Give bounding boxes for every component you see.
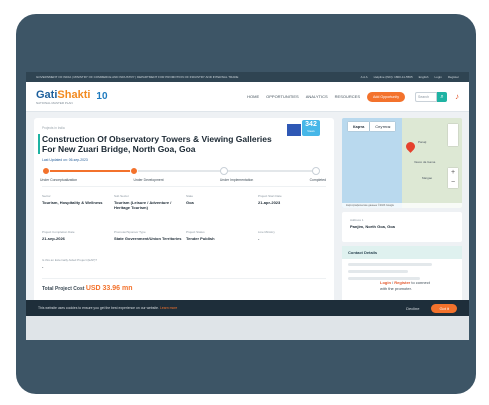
- zoom-out-button[interactable]: −: [448, 178, 458, 188]
- address-value: Panjim, North Goa, Goa: [350, 224, 395, 229]
- field-promoter-type: Promoter/Sponsor Type State Government/Un…: [114, 230, 182, 241]
- field-sector: Sector Tourism, Hospitality & Wellness: [42, 194, 103, 205]
- site-logo[interactable]: GatiShakti NATIONAL MASTER PLAN 10: [36, 89, 108, 105]
- search-input[interactable]: Search: [415, 91, 437, 102]
- blurred-line: [348, 263, 432, 266]
- bell-icon[interactable]: ♪: [455, 92, 459, 101]
- total-cost: Total Project Cost USD 33.96 mn: [42, 285, 133, 292]
- search-box: Search ⌕: [415, 91, 447, 102]
- field-project-status: Project Status Tender Publish: [186, 230, 215, 241]
- street-view-icon[interactable]: [448, 124, 458, 146]
- project-card: Projects in India Construction Of Observ…: [34, 118, 334, 318]
- cookie-message: This website uses cookies to ensure you …: [38, 306, 178, 310]
- breadcrumb[interactable]: Projects in India: [42, 126, 65, 130]
- logo-tagline: NATIONAL MASTER PLAN: [36, 100, 73, 105]
- sidebar: Карта Спутник Panaji Vasco da Gama Marga…: [342, 118, 462, 326]
- map-city-label: Panaji: [418, 140, 427, 144]
- address-label: Address 1: [350, 218, 364, 222]
- field-start-date: Project Start Date 21-apr-2023: [258, 194, 282, 205]
- main-nav: HOME OPPORTUNITIES ANALYTICS RESOURCES A…: [247, 91, 405, 102]
- stage-progress-fill: [46, 170, 136, 172]
- map-type-tabs: Карта Спутник: [348, 122, 396, 131]
- helpline: Helpline (IND): 1800-11-5565: [373, 75, 413, 79]
- text-size-control[interactable]: A A A: [361, 75, 368, 79]
- eu-flag-icon: [287, 124, 301, 136]
- nav-analytics[interactable]: ANALYTICS: [306, 94, 328, 99]
- field-completion-date: Project Completion Date 21-sep-2026: [42, 230, 75, 241]
- stage-label-2: Under Development: [133, 178, 164, 182]
- nav-opportunities[interactable]: OPPORTUNITIES: [266, 94, 299, 99]
- title-accent: [38, 134, 40, 154]
- details-row-2: Project Completion Date 21-sep-2026 Promo…: [42, 230, 326, 241]
- map-attribution: Картографические данные ©2023 Google: [342, 203, 462, 208]
- map-tab[interactable]: Карта: [348, 122, 370, 131]
- nav-home[interactable]: HOME: [247, 94, 259, 99]
- site-header: GatiShakti NATIONAL MASTER PLAN 10 HOME …: [26, 82, 469, 112]
- stage-labels: Under Conceptualization Under Developmen…: [40, 178, 326, 182]
- location-map[interactable]: Карта Спутник Panaji Vasco da Gama Marga…: [342, 118, 462, 208]
- divider: [42, 278, 326, 279]
- divider: [42, 186, 326, 187]
- decline-button[interactable]: Decline: [406, 306, 419, 311]
- contact-register-link[interactable]: Register: [394, 280, 410, 285]
- field-state: State Goa: [186, 194, 194, 205]
- field-line-ministry: Line Ministry -: [258, 230, 275, 241]
- stage-dot-3: [220, 167, 228, 175]
- map-sea: [342, 118, 404, 208]
- zoom-in-button[interactable]: +: [448, 168, 458, 178]
- stage-label-3: Under Implementation: [219, 178, 254, 182]
- login-prompt: Login / Register to connect with the prom…: [380, 280, 430, 291]
- views-count: 342: [305, 121, 317, 128]
- views-label: Views: [307, 129, 315, 133]
- map-city-label: Margao: [422, 176, 433, 180]
- nav-resources[interactable]: RESOURCES: [335, 94, 360, 99]
- field-sub-sector: Sub Sector Tourism (Leisure / Adventure /…: [114, 194, 172, 210]
- browser-screen: GOVERNMENT OF INDIA | MINISTRY OF COMMER…: [26, 72, 469, 340]
- cookie-banner: This website uses cookies to ensure you …: [26, 300, 469, 316]
- cost-value: USD 33.96 mn: [85, 285, 133, 292]
- blurred-line: [348, 270, 408, 273]
- page-title: Construction Of Observatory Towers & Vie…: [42, 134, 272, 154]
- views-badge: 342 Views: [302, 120, 320, 136]
- accept-cookies-button[interactable]: Got it: [431, 303, 457, 313]
- ten-years-logo: 10: [96, 91, 108, 102]
- address-card: Address 1 Panjim, North Goa, Goa: [342, 212, 462, 242]
- last-updated: Last Updated on: 06-sep-2023: [42, 158, 88, 162]
- satellite-tab[interactable]: Спутник: [370, 122, 396, 131]
- stage-dot-2: [130, 167, 138, 175]
- map-city-label: Vasco da Gama: [414, 160, 436, 164]
- map-zoom-controls: + −: [448, 168, 458, 188]
- gov-strip: GOVERNMENT OF INDIA | MINISTRY OF COMMER…: [26, 72, 469, 82]
- logo-wordmark: GatiShakti: [36, 88, 91, 101]
- details-row-1: Sector Tourism, Hospitality & Wellness Su…: [42, 194, 326, 210]
- page-lower: [26, 316, 469, 340]
- add-opportunity-button[interactable]: Add Opportunity: [367, 91, 405, 102]
- stage-dot-4: [312, 167, 320, 175]
- stage-label-4: Completed: [309, 178, 326, 182]
- field-external-aid: Is this an Externally Aided Project (EAP…: [42, 258, 98, 269]
- cost-label: Total Project Cost: [42, 286, 85, 292]
- language-select[interactable]: English: [419, 75, 429, 79]
- stage-label-1: Under Conceptualization: [40, 178, 78, 182]
- contact-login-link[interactable]: Login: [380, 280, 391, 285]
- stage-dot-1: [42, 167, 50, 175]
- learn-more-link[interactable]: Learn more: [160, 306, 177, 310]
- top-login-link[interactable]: Login: [434, 75, 441, 79]
- search-icon[interactable]: ⌕: [437, 91, 447, 102]
- gov-strip-text: GOVERNMENT OF INDIA | MINISTRY OF COMMER…: [36, 75, 239, 79]
- contact-title: Contact Details: [342, 246, 462, 259]
- top-register-link[interactable]: Register: [448, 75, 459, 79]
